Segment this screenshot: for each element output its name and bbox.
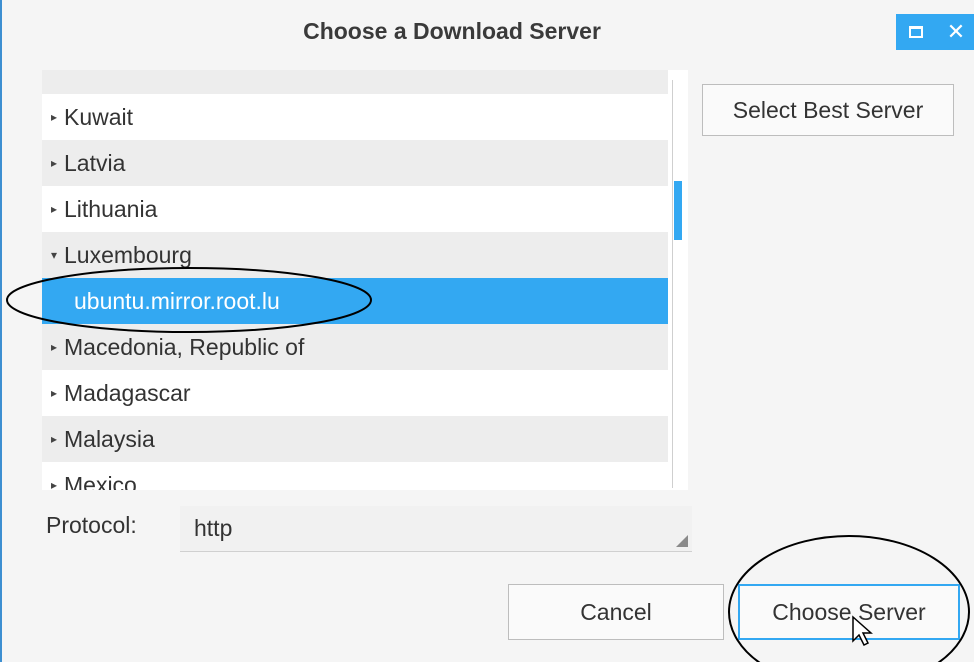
protocol-label: Protocol: <box>46 512 137 538</box>
tree-row-mexico[interactable]: ▸ Mexico <box>42 462 668 491</box>
tree-row-label: Mexico <box>64 471 137 491</box>
collapsed-arrow-icon[interactable]: ▸ <box>44 202 64 216</box>
vertical-scrollbar[interactable] <box>672 80 684 488</box>
collapsed-arrow-icon[interactable]: ▸ <box>44 156 64 170</box>
title-bar: Choose a Download Server ✕ <box>2 0 974 66</box>
maximize-icon <box>909 26 923 38</box>
scrollbar-thumb[interactable] <box>674 181 682 240</box>
tree-row-label: Luxembourg <box>64 241 192 268</box>
protocol-select[interactable]: http <box>180 506 692 552</box>
tree-row-label: Macedonia, Republic of <box>64 333 305 360</box>
collapsed-arrow-icon[interactable]: ▸ <box>44 478 64 490</box>
tree-row-server-selected[interactable]: ubuntu.mirror.root.lu <box>42 278 668 324</box>
close-icon: ✕ <box>946 19 966 44</box>
collapsed-arrow-icon[interactable]: ▸ <box>44 432 64 446</box>
tree-row-luxembourg[interactable]: ▾ Luxembourg <box>42 232 668 278</box>
tree-row-lithuania[interactable]: ▸ Lithuania <box>42 186 668 232</box>
tree-row-label: Lithuania <box>64 195 158 222</box>
server-tree-list[interactable]: ▸ Kuwait ▸ Latvia ▸ Lithuania ▾ Luxembou… <box>42 70 688 490</box>
tree-row-kuwait[interactable]: ▸ Kuwait <box>42 94 668 140</box>
tree-row-label: Madagascar <box>64 379 191 406</box>
collapsed-arrow-icon[interactable]: ▸ <box>44 340 64 354</box>
download-server-dialog: Choose a Download Server ✕ ▸ Kuwait ▸ La… <box>0 0 974 662</box>
expanded-arrow-icon[interactable]: ▾ <box>44 248 64 262</box>
choose-server-button[interactable]: Choose Server <box>738 584 960 640</box>
tree-row-madagascar[interactable]: ▸ Madagascar <box>42 370 668 416</box>
cancel-button[interactable]: Cancel <box>508 584 724 640</box>
tree-row-label: ubuntu.mirror.root.lu <box>74 287 280 314</box>
select-best-server-button[interactable]: Select Best Server <box>702 84 954 136</box>
tree-row-label: Malaysia <box>64 425 155 452</box>
maximize-button[interactable] <box>896 14 936 50</box>
collapsed-arrow-icon[interactable]: ▸ <box>44 110 64 124</box>
protocol-value: http <box>194 515 233 541</box>
tree-row-label: Kuwait <box>64 103 134 130</box>
close-button[interactable]: ✕ <box>936 14 974 50</box>
tree-row-latvia[interactable]: ▸ Latvia <box>42 140 668 186</box>
collapsed-arrow-icon[interactable]: ▸ <box>44 386 64 400</box>
tree-row-macedonia[interactable]: ▸ Macedonia, Republic of <box>42 324 668 370</box>
tree-row-malaysia[interactable]: ▸ Malaysia <box>42 416 668 462</box>
window-title: Choose a Download Server <box>303 18 601 44</box>
dropdown-corner-icon <box>676 535 688 547</box>
tree-row-label: Latvia <box>64 149 126 176</box>
tree-row-partial-top <box>42 70 668 94</box>
